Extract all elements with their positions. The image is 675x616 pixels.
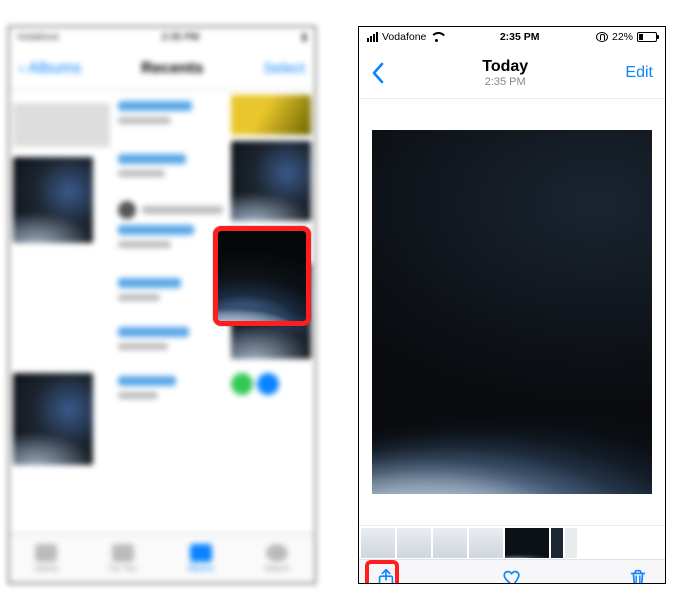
phone-screenshot-right: Vodafone 2:35 PM 22% Today 2:35 PM Edit: [358, 26, 666, 584]
nav-bar: Today 2:35 PM Edit: [359, 47, 665, 99]
photo-viewer[interactable]: [359, 99, 665, 525]
thumbnail[interactable]: [551, 528, 563, 558]
tab-foryou[interactable]: For You: [109, 544, 137, 573]
status-battery: ▮: [301, 32, 307, 43]
status-battery-pct: 22%: [612, 31, 633, 43]
tab-albums[interactable]: Albums: [187, 544, 214, 573]
nav-title: Recents: [141, 60, 203, 78]
orientation-lock-icon: [596, 32, 608, 42]
tab-search[interactable]: Search: [264, 544, 289, 573]
highlighted-photo-thumbnail[interactable]: [213, 226, 311, 326]
displayed-photo: [372, 130, 652, 494]
toolbar: [359, 559, 665, 584]
thumbnail-selected[interactable]: [505, 528, 549, 558]
thumbnail[interactable]: [433, 528, 467, 558]
photo-thumbnail-strip[interactable]: [359, 525, 665, 559]
status-carrier: Vodafone: [17, 32, 59, 43]
edit-button[interactable]: Edit: [625, 64, 653, 82]
thumbnail[interactable]: [397, 528, 431, 558]
back-button[interactable]: [371, 62, 385, 84]
share-button[interactable]: [375, 567, 397, 585]
favorite-button[interactable]: [501, 567, 523, 585]
cell-signal-icon: [367, 32, 378, 42]
thumbnail[interactable]: [469, 528, 503, 558]
delete-button[interactable]: [627, 567, 649, 585]
status-time: 2:35 PM: [161, 32, 199, 43]
status-carrier: Vodafone: [382, 31, 426, 43]
wifi-icon: [430, 32, 443, 42]
status-bar: Vodafone 2:35 PM ▮: [9, 27, 315, 47]
thumbnail[interactable]: [361, 528, 395, 558]
thumbnail[interactable]: [565, 528, 577, 558]
select-button[interactable]: Select: [263, 60, 305, 77]
nav-bar: ‹ Albums Recents Select: [9, 47, 315, 91]
nav-title: Today: [482, 58, 528, 76]
nav-subtitle: 2:35 PM: [482, 76, 528, 88]
back-button[interactable]: ‹ Albums: [19, 60, 81, 78]
battery-icon: [637, 32, 657, 42]
tab-bar: Library For You Albums Search: [9, 533, 315, 583]
status-bar: Vodafone 2:35 PM 22%: [359, 27, 665, 47]
tab-library[interactable]: Library: [34, 544, 58, 573]
status-time: 2:35 PM: [500, 31, 540, 43]
